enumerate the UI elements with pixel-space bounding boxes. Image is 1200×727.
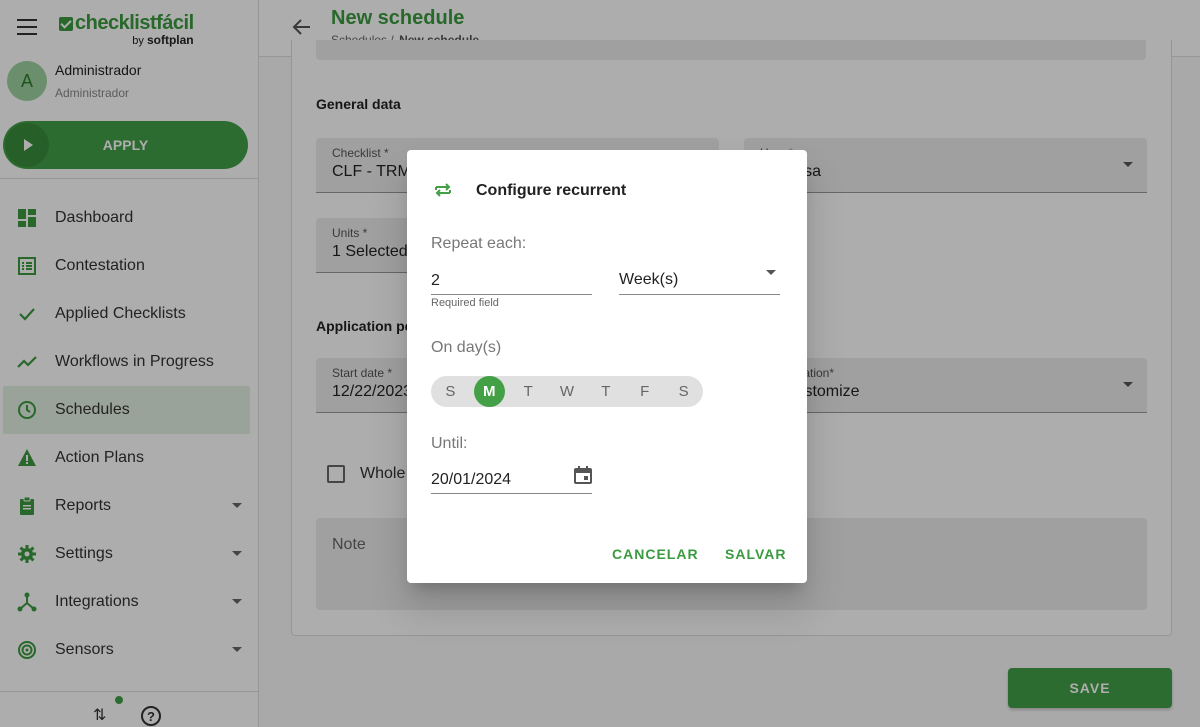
day-letter: S <box>678 383 689 400</box>
day-tuesday[interactable]: T <box>509 376 548 407</box>
configure-recurrent-dialog: Configure recurrent Repeat each: Require… <box>407 150 807 583</box>
calendar-icon[interactable] <box>573 465 593 485</box>
day-saturday[interactable]: S <box>664 376 703 407</box>
day-wednesday[interactable]: W <box>548 376 587 407</box>
repeat-unit-select[interactable]: Week(s) <box>619 268 780 295</box>
select-value: Week(s) <box>619 271 679 288</box>
chevron-down-icon <box>766 270 776 275</box>
day-letter: F <box>640 383 650 400</box>
day-picker: S M T W T F S <box>431 376 703 407</box>
until-label: Until: <box>431 435 468 452</box>
cancel-button[interactable]: CANCELAR <box>612 546 699 562</box>
repeat-icon <box>433 180 453 200</box>
day-letter: W <box>559 383 575 400</box>
repeat-input[interactable] <box>431 268 592 295</box>
day-friday[interactable]: F <box>625 376 664 407</box>
day-letter: S <box>445 383 456 400</box>
day-monday[interactable]: M <box>470 376 509 407</box>
day-sunday[interactable]: S <box>431 376 470 407</box>
dialog-save-button[interactable]: SALVAR <box>725 546 786 562</box>
dialog-title: Configure recurrent <box>476 182 627 199</box>
day-thursday[interactable]: T <box>586 376 625 407</box>
date-value: 20/01/2024 <box>431 471 512 488</box>
repeat-hint: Required field <box>431 297 499 309</box>
day-letter: T <box>601 383 611 400</box>
repeat-label: Repeat each: <box>431 235 527 252</box>
until-date-input[interactable]: 20/01/2024 <box>431 466 592 494</box>
day-letter: M <box>483 383 496 400</box>
day-letter: T <box>523 383 533 400</box>
days-label: On day(s) <box>431 339 502 356</box>
